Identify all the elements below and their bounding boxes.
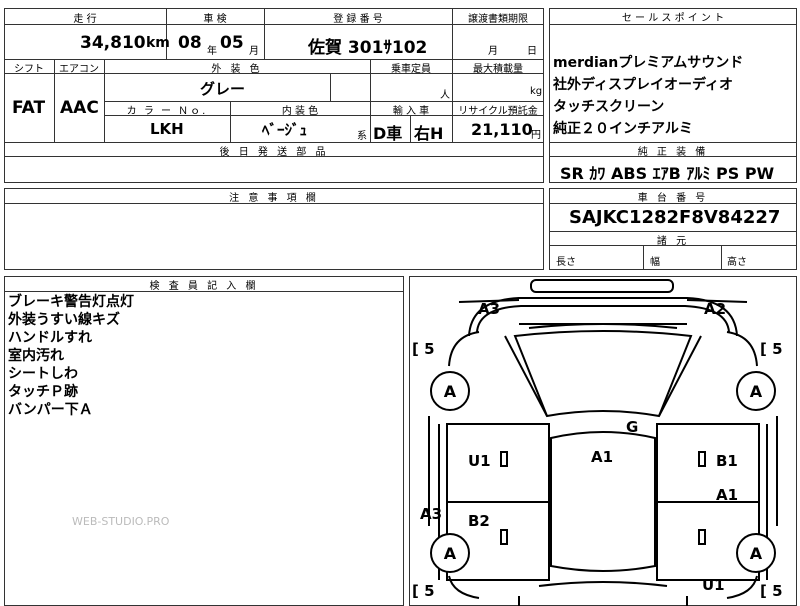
- tread-rear-left: [ 5: [412, 582, 435, 600]
- registration-label: 登 録 番 号: [333, 14, 383, 25]
- damage-mark: A1: [591, 448, 614, 466]
- inspector-note: 室内汚れ: [8, 348, 64, 364]
- shift-label: シフト: [14, 64, 44, 75]
- mileage-label: 走 行: [73, 14, 97, 25]
- tread-front-left: [ 5: [412, 340, 435, 358]
- chassis-number: SAJKC1282F8V84227: [569, 207, 781, 228]
- max-load-unit: kg: [530, 86, 543, 97]
- equipment-header: 純 正 装 備: [637, 147, 709, 158]
- sales-point-list: merdianプレミアムサウンド 社外ディスプレイオーディオ タッチスクリーン …: [553, 52, 797, 140]
- recycle-unit: 円: [531, 130, 541, 141]
- sales-point-item: 純正２０インチアルミ: [553, 121, 693, 137]
- mileage-value: 34,810: [80, 33, 146, 53]
- height-label: 高さ: [727, 257, 747, 268]
- import-label: 輸 入 車: [392, 106, 430, 117]
- width-label: 幅: [650, 257, 660, 268]
- aircon-label: エアコン: [59, 64, 99, 75]
- dims-header: 諸 元: [656, 236, 690, 247]
- tire-front-left: A: [430, 371, 470, 411]
- import-value-2: 右H: [414, 124, 444, 143]
- length-label: 長さ: [556, 257, 576, 268]
- damage-mark: A3: [478, 300, 501, 318]
- tire-front-right: A: [736, 371, 776, 411]
- chassis-header: 車 台 番 号: [637, 193, 709, 204]
- damage-mark: G: [626, 418, 639, 436]
- capacity-label: 乗車定員: [391, 64, 431, 75]
- color-no-value: LKH: [150, 120, 184, 138]
- equipment-value: SR ｶﾜ ABS ｴｱB ｱﾙﾐ PS PW: [560, 164, 775, 183]
- shift-value: FAT: [12, 98, 46, 118]
- color-no-label: カ ラ ー Ｎｏ.: [126, 106, 208, 117]
- max-load-label: 最大積載量: [473, 64, 523, 75]
- inspector-note: ブレーキ警告灯点灯: [8, 294, 134, 310]
- shaken-label: 車 検: [203, 14, 227, 25]
- inspector-note: ハンドルすれ: [8, 330, 92, 346]
- damage-mark: A3: [420, 505, 443, 523]
- tread-front-right: [ 5: [760, 340, 783, 358]
- sales-point-header: セ ー ル ス ポ イ ン ト: [621, 13, 725, 24]
- import-value-1: D車: [373, 124, 403, 143]
- mileage-unit: km: [146, 35, 170, 51]
- interior-color-value: ﾍﾞｰｼﾞｭ: [262, 121, 308, 139]
- damage-mark: U1: [702, 576, 725, 594]
- transfer-month-unit: 月: [488, 46, 498, 57]
- inspector-header: 検 査 員 記 入 欄: [149, 281, 259, 292]
- sales-point-item: 社外ディスプレイオーディオ: [553, 77, 734, 93]
- recycle-value: 21,110: [471, 120, 533, 139]
- shaken-year-unit: 年: [207, 46, 217, 57]
- transfer-day-unit: 日: [527, 46, 537, 57]
- damage-mark: A1: [716, 486, 739, 504]
- later-parts-label: 後 日 発 送 部 品: [219, 147, 329, 158]
- shaken-month: 05: [220, 33, 244, 53]
- tire-rear-left: A: [430, 533, 470, 573]
- watermark: WEB-STUDIO.PRO: [72, 515, 170, 528]
- aircon-value: AAC: [60, 98, 99, 118]
- registration-value: 佐賀 301ｻ102: [308, 38, 428, 58]
- interior-color-unit: 系: [357, 131, 367, 142]
- tire-rear-right: A: [736, 533, 776, 573]
- damage-mark: U1: [468, 452, 491, 470]
- damage-mark: B2: [468, 512, 490, 530]
- transfer-deadline-label: 譲渡書類期限: [468, 14, 528, 25]
- sales-point-item: merdianプレミアムサウンド: [553, 55, 744, 71]
- inspector-notes: ブレーキ警告灯点灯 外装うすい線キズ ハンドルすれ 室内汚れ シートしわ タッチ…: [8, 293, 134, 419]
- interior-color-label: 内 装 色: [281, 106, 319, 117]
- capacity-unit: 人: [440, 90, 450, 101]
- inspector-note: シートしわ: [8, 366, 78, 382]
- recycle-label: リサイクル預託金: [458, 106, 538, 117]
- inspector-note: バンパー下Ａ: [8, 402, 93, 418]
- inspector-note: 外装うすい線キズ: [8, 312, 120, 328]
- damage-mark: B1: [716, 452, 738, 470]
- tread-rear-right: [ 5: [760, 582, 783, 600]
- damage-mark: A2: [704, 300, 727, 318]
- sales-point-item: タッチスクリーン: [553, 99, 665, 115]
- inspector-note: タッチＰ跡: [8, 384, 78, 400]
- exterior-color-value: グレー: [200, 80, 246, 98]
- shaken-month-unit: 月: [249, 46, 259, 57]
- shaken-year: 08: [178, 33, 202, 53]
- caution-header: 注 意 事 項 欄: [229, 193, 319, 204]
